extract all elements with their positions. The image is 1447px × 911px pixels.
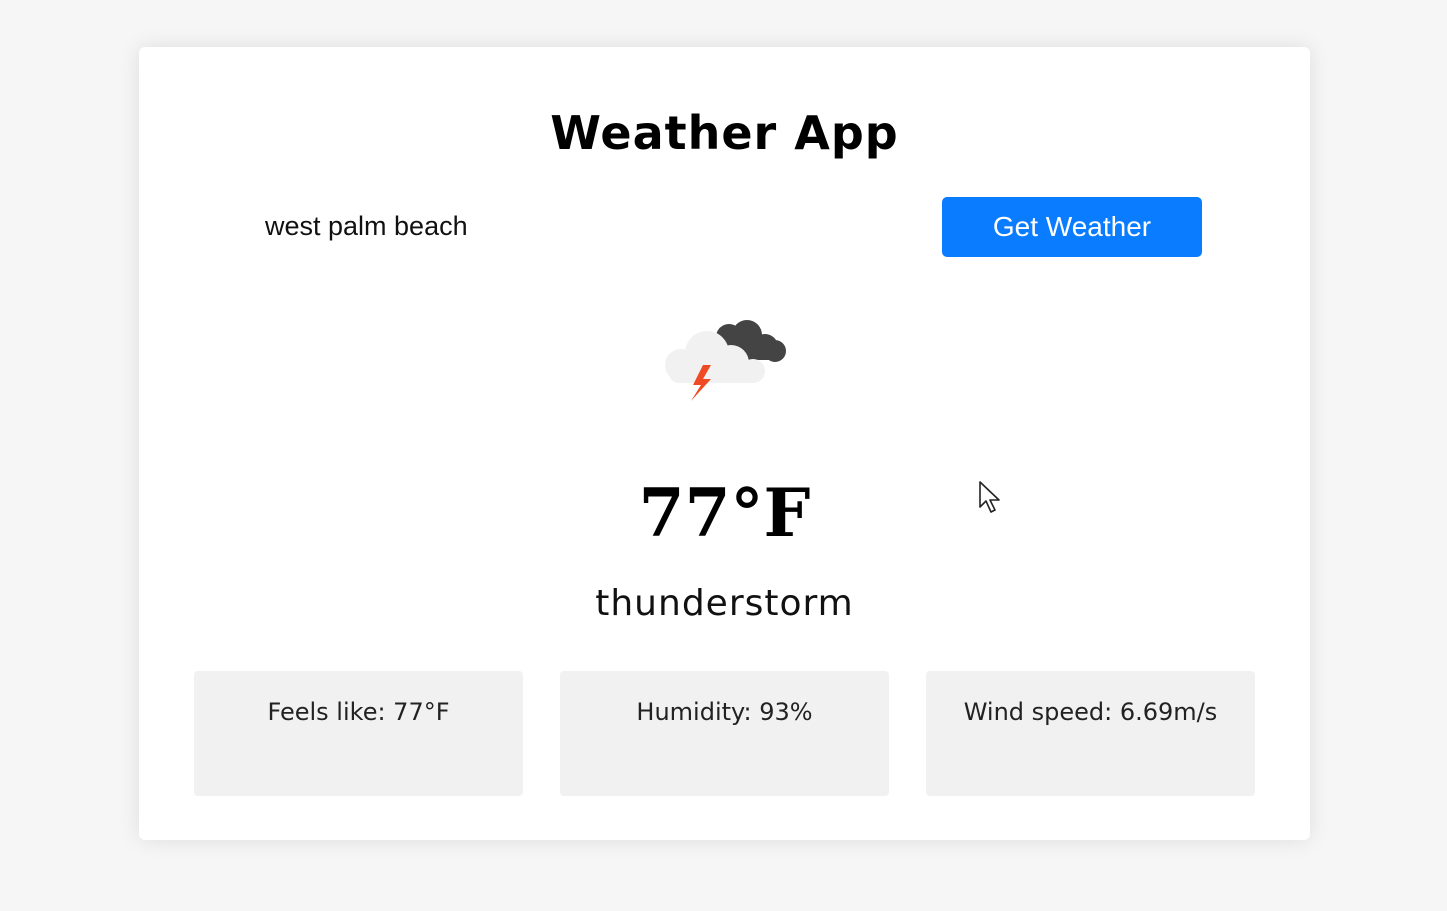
- humidity-text: Humidity: 93%: [636, 698, 813, 726]
- wind-speed-text: Wind speed: 6.69m/s: [963, 698, 1218, 726]
- app-title: Weather App: [550, 106, 899, 160]
- temperature-value: 77°F: [638, 474, 811, 552]
- feels-like-box: Feels like: 77°F: [194, 671, 523, 796]
- mouse-pointer-icon: [979, 481, 1000, 513]
- get-weather-button[interactable]: Get Weather: [942, 197, 1202, 257]
- thunderstorm-cloud-icon: [665, 320, 786, 401]
- city-search-input[interactable]: [251, 205, 919, 247]
- feels-like-text: Feels like: 77°F: [267, 698, 450, 726]
- wind-speed-box: Wind speed: 6.69m/s: [926, 671, 1255, 796]
- weather-card: Weather App Get Weather 77°F thunderstor…: [139, 47, 1310, 840]
- humidity-box: Humidity: 93%: [560, 671, 889, 796]
- weather-description: thunderstorm: [595, 583, 854, 624]
